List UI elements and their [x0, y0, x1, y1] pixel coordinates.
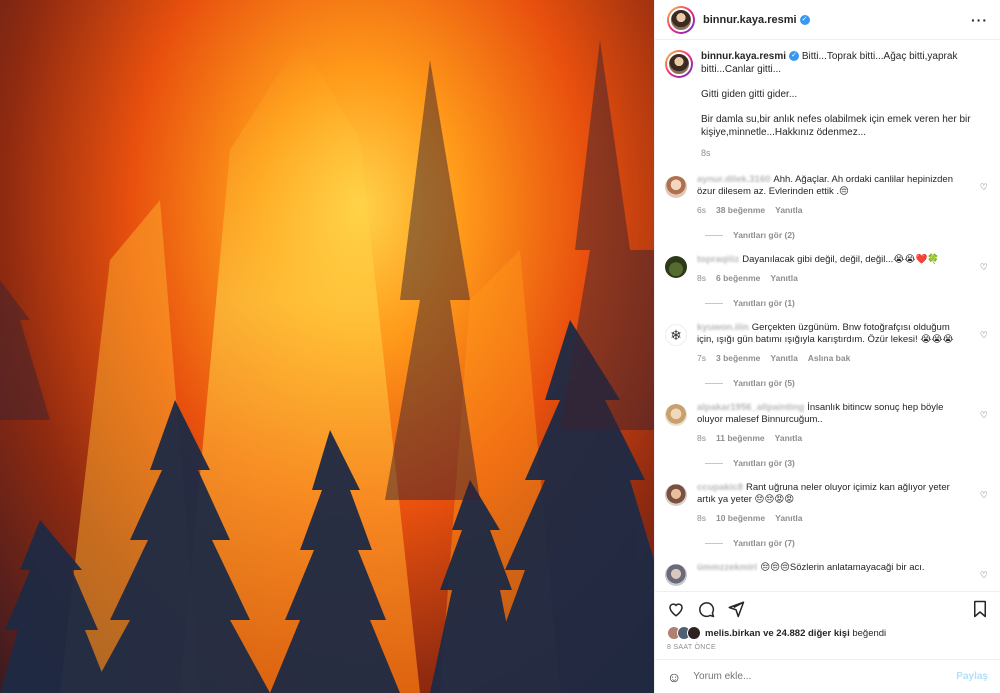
author-username[interactable]: binnur.kaya.resmi ✓	[703, 14, 810, 26]
comment-time: 8s	[697, 513, 706, 523]
heart-icon[interactable]: ♡	[980, 182, 988, 193]
heart-icon[interactable]: ♡	[980, 262, 988, 273]
reply-button[interactable]: Yanıtla	[770, 273, 797, 283]
liker-avatar	[687, 626, 701, 640]
comment-username[interactable]: ümmzzekmiri	[697, 562, 757, 573]
comment-time: 7s	[697, 353, 706, 363]
snowflake-avatar-icon[interactable]: ❄	[665, 324, 687, 346]
comment-item: topraqiiiz Dayanılacak gibi değil, değil,…	[665, 254, 988, 284]
comment-text: 😔😔😔Sözlerin anlatamayacaği bir acı.	[760, 562, 925, 573]
likes-count[interactable]: ve 24.882 diğer kişi	[763, 628, 850, 639]
reply-button[interactable]: Yanıtla	[770, 353, 797, 363]
heart-icon[interactable]: ♡	[980, 410, 988, 421]
comment-likes[interactable]: 11 beğenme	[716, 433, 765, 443]
comment-time: 8s	[697, 273, 706, 283]
comment-username[interactable]: alpakar1956_allpainting	[697, 402, 804, 413]
comment-likes[interactable]: 38 beğenme	[716, 205, 765, 215]
post-caption: binnur.kaya.resmi ✓ Bitti...Toprak bitti.…	[665, 50, 988, 160]
caption-time: 8s	[701, 148, 711, 158]
comment-avatar[interactable]	[665, 256, 687, 278]
post-sidebar: binnur.kaya.resmi ✓ ··· binnur.kaya.resmi…	[654, 0, 1000, 693]
see-replies-button[interactable]: Yanıtları gör (3)	[705, 458, 988, 468]
post-header: binnur.kaya.resmi ✓ ···	[655, 0, 1000, 40]
heart-icon[interactable]: ♡	[980, 330, 988, 341]
see-replies-button[interactable]: Yanıtları gör (7)	[705, 538, 988, 548]
comment-item: alpakar1956_allpainting İnsanlık bitincw …	[665, 402, 988, 444]
comment-avatar[interactable]	[665, 404, 687, 426]
see-replies-button[interactable]: Yanıtları gör (2)	[705, 230, 988, 240]
caption-username[interactable]: binnur.kaya.resmi	[701, 51, 786, 62]
comment-username[interactable]: aynur.dilek.3160	[697, 174, 770, 185]
comment-item: ❄ kyuwon.iiin Gerçekten üzgünüm. Bnw foto…	[665, 322, 988, 364]
reply-button[interactable]: Yanıtla	[775, 433, 802, 443]
comment-composer: ☺ Paylaş	[655, 659, 1000, 693]
share-icon[interactable]	[727, 600, 745, 618]
comment-input[interactable]	[693, 671, 957, 682]
reply-button[interactable]: Yanıtla	[775, 513, 802, 523]
verified-icon: ✓	[799, 14, 810, 25]
translate-button[interactable]: Aslına bak	[808, 353, 851, 363]
comment-avatar[interactable]	[665, 484, 687, 506]
post-image[interactable]	[0, 0, 654, 693]
comment-item: aynur.dilek.3160 Ahh. Ağaçlar. Ah ordaki …	[665, 174, 988, 216]
liker-username[interactable]: melis.birkan	[705, 628, 760, 639]
comment-likes[interactable]: 6 beğenme	[716, 273, 760, 283]
comment-time: 8s	[697, 433, 706, 443]
verified-icon: ✓	[789, 51, 800, 62]
caption-avatar[interactable]	[665, 50, 693, 78]
comments-list[interactable]: binnur.kaya.resmi ✓ Bitti...Toprak bitti.…	[655, 40, 1000, 591]
see-replies-button[interactable]: Yanıtları gör (5)	[705, 378, 988, 388]
comment-item: ccupakic8 Rant uğruna neler oluyor içimiz…	[665, 482, 988, 524]
post-actions	[655, 591, 1000, 625]
comment-time: 6s	[697, 205, 706, 215]
caption-line2: Gitti giden gitti gider...	[701, 89, 798, 100]
heart-icon[interactable]	[667, 600, 685, 618]
bookmark-icon[interactable]	[972, 600, 988, 618]
comment-likes[interactable]: 3 beğenme	[716, 353, 760, 363]
author-avatar[interactable]	[667, 5, 695, 34]
caption-line3: Bir damla su,bir anlık nefes olabilmek i…	[701, 114, 971, 138]
likes-suffix: beğendi	[852, 627, 887, 639]
comment-username[interactable]: kyuwon.iiin	[697, 322, 749, 333]
comment-icon[interactable]	[697, 600, 715, 618]
comment-username[interactable]: ccupakic8	[697, 482, 743, 493]
reply-button[interactable]: Yanıtla	[775, 205, 802, 215]
post-time-ago: 8 SAAT ÖNCE	[667, 644, 716, 651]
comment-avatar[interactable]	[665, 176, 687, 198]
likes-summary: melis.birkan ve 24.882 diğer kişi beğend…	[655, 625, 1000, 641]
more-icon[interactable]: ···	[971, 12, 988, 28]
comment-username[interactable]: topraqiiiz	[697, 254, 739, 265]
post-dialog: binnur.kaya.resmi ✓ ··· binnur.kaya.resmi…	[0, 0, 1000, 693]
see-replies-button[interactable]: Yanıtları gör (1)	[705, 298, 988, 308]
comment-item: ümmzzekmiri 😔😔😔Sözlerin anlatamayacaği bi…	[665, 562, 988, 586]
heart-icon[interactable]: ♡	[980, 570, 988, 581]
heart-icon[interactable]: ♡	[980, 490, 988, 501]
comment-avatar[interactable]	[665, 564, 687, 586]
emoji-icon[interactable]: ☺	[667, 669, 681, 685]
forest-fire-image	[0, 40, 654, 693]
post-comment-button[interactable]: Paylaş	[956, 671, 988, 682]
comment-text: Dayanılacak gibi değil, değil, değil...😭…	[742, 254, 940, 265]
comment-likes[interactable]: 10 beğenme	[716, 513, 765, 523]
